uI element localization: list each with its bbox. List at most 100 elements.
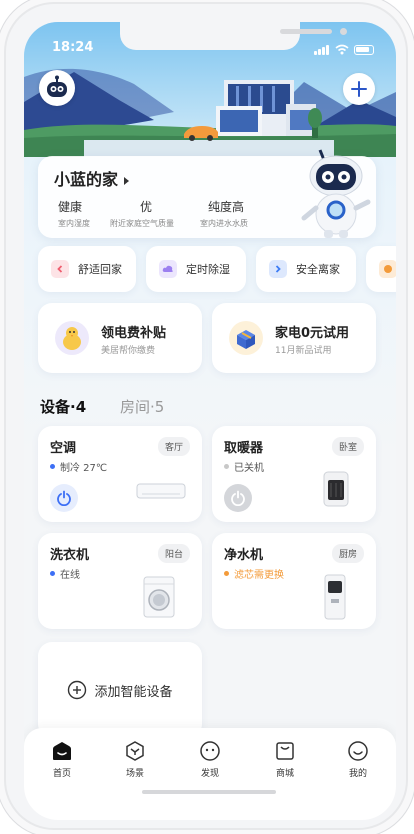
- device-name: 空调: [50, 441, 77, 456]
- front-camera: [340, 28, 347, 35]
- shop-icon: [276, 742, 294, 760]
- stat-label: 室内进水水质: [200, 219, 248, 228]
- power-button[interactable]: [224, 484, 252, 512]
- promo-electricity-subsidy[interactable]: 领电费补贴 美居帮你缴费: [38, 303, 202, 373]
- promo-title: 家电0元试用: [275, 326, 350, 341]
- stat-value: 纯度高: [208, 200, 245, 214]
- washing-machine-image: [143, 576, 175, 618]
- status-dot: [50, 571, 55, 576]
- add-circle-icon: [68, 680, 87, 700]
- signal-icon: [314, 40, 330, 59]
- app-screen: 18:24 小蓝的家 健康 室内湿度 优 附近家庭空气质量 纯度高 室内进水水质…: [24, 22, 396, 820]
- home-card[interactable]: 小蓝的家 健康 室内湿度 优 附近家庭空气质量 纯度高 室内进水水质: [38, 149, 376, 238]
- home-name: 小蓝的家: [54, 170, 119, 189]
- discover-icon: [200, 741, 220, 761]
- home-indicator: [142, 790, 276, 794]
- nav-label: 首页: [52, 769, 71, 779]
- power-icon: [231, 490, 245, 506]
- device-card-air-conditioner[interactable]: 空调 客厅 制冷 27℃: [38, 426, 202, 522]
- room-badge: 厨房: [331, 544, 364, 563]
- plus-icon: [351, 81, 367, 97]
- device-card-water-purifier[interactable]: 净水机 厨房 滤芯需更换: [212, 533, 376, 629]
- stat-water-quality: 纯度高 室内进水水质: [200, 198, 248, 229]
- room-badge: 卧室: [331, 437, 364, 456]
- promo-subtitle: 美居帮你缴费: [101, 346, 156, 356]
- power-side-button: [409, 176, 413, 238]
- phone-frame: 18:24 小蓝的家 健康 室内湿度 优 附近家庭空气质量 纯度高 室内进水水质…: [6, 4, 406, 828]
- robot-face-icon: [47, 75, 67, 97]
- nav-profile[interactable]: 我的: [328, 740, 388, 779]
- power-button[interactable]: [50, 484, 78, 512]
- nav-label: 发现: [200, 769, 219, 779]
- home-icon: [53, 742, 71, 760]
- device-status-text: 在线: [60, 570, 80, 581]
- device-status: 已关机: [224, 459, 264, 474]
- stat-label: 室内湿度: [58, 219, 90, 228]
- scene-safe-leave[interactable]: 安全离家: [256, 246, 356, 292]
- robot-mascot-illustration: [301, 149, 371, 238]
- nav-scenes[interactable]: 场景: [105, 740, 165, 779]
- device-status: 在线: [50, 566, 80, 581]
- tab-devices[interactable]: 设备·4: [40, 396, 86, 417]
- wifi-icon: [335, 44, 349, 55]
- scene-cube-icon: [126, 741, 144, 761]
- add-device-label: 添加智能设备: [94, 684, 173, 700]
- nav-label: 我的: [348, 769, 367, 779]
- chick-icon: [55, 321, 89, 355]
- scene-label: 安全离家: [296, 263, 340, 276]
- tab-rooms[interactable]: 房间·5: [120, 396, 164, 417]
- add-device-card[interactable]: 添加智能设备: [38, 642, 202, 738]
- device-name: 洗衣机: [50, 548, 90, 563]
- device-status-text: 制冷 27℃: [60, 463, 108, 474]
- scene-more[interactable]: [366, 246, 396, 292]
- room-badge: 客厅: [157, 437, 190, 456]
- device-card-washing-machine[interactable]: 洗衣机 阳台 在线: [38, 533, 202, 629]
- notch: [120, 22, 347, 50]
- air-conditioner-image: [136, 483, 186, 499]
- nav-label: 场景: [125, 769, 144, 779]
- speaker-grille: [280, 29, 332, 34]
- water-purifier-image: [324, 574, 346, 620]
- exit-icon: [269, 260, 287, 278]
- device-status-text: 已关机: [234, 463, 264, 474]
- status-time: 18:24: [52, 40, 94, 55]
- bottom-navigation: 首页 场景 发现 商城 我的: [24, 728, 396, 820]
- promo-subtitle: 11月新品试用: [275, 346, 332, 356]
- nav-shop[interactable]: 商城: [255, 740, 315, 779]
- scene-timed-dehumidify[interactable]: 定时除湿: [146, 246, 246, 292]
- battery-icon: [354, 44, 374, 55]
- scene-comfort-home[interactable]: 舒适回家: [38, 246, 136, 292]
- device-card-heater[interactable]: 取暖器 卧室 已关机: [212, 426, 376, 522]
- caret-right-icon: [124, 176, 130, 185]
- robot-avatar-button[interactable]: [39, 70, 75, 106]
- heater-image: [323, 471, 349, 507]
- power-icon: [57, 490, 71, 506]
- cloud-icon: [159, 260, 177, 278]
- device-name: 净水机: [224, 548, 264, 563]
- device-status-text: 滤芯需更换: [234, 570, 284, 581]
- gift-box-icon: [229, 321, 263, 355]
- device-status: 制冷 27℃: [50, 459, 107, 474]
- promo-free-trial[interactable]: 家电0元试用 11月新品试用: [212, 303, 376, 373]
- volume-button: [1, 168, 5, 226]
- nav-discover[interactable]: 发现: [180, 740, 240, 779]
- status-dot: [224, 571, 229, 576]
- stat-label: 附近家庭空气质量: [110, 219, 174, 228]
- stat-value: 优: [140, 200, 153, 214]
- nav-home[interactable]: 首页: [32, 740, 92, 779]
- stat-humidity: 健康 室内湿度: [58, 198, 90, 229]
- home-selector[interactable]: 小蓝的家: [54, 166, 130, 190]
- profile-icon: [348, 741, 368, 761]
- promo-title: 领电费补贴: [101, 326, 167, 341]
- device-name: 取暖器: [224, 441, 264, 456]
- scene-label: 定时除湿: [186, 263, 230, 276]
- status-dot: [50, 464, 55, 469]
- nav-label: 商城: [275, 769, 294, 779]
- scene-icon: [379, 260, 396, 278]
- status-icons: [314, 40, 374, 59]
- add-button[interactable]: [343, 73, 375, 105]
- scene-label: 舒适回家: [78, 263, 122, 276]
- scene-shortcuts: 舒适回家 定时除湿 安全离家: [38, 246, 396, 292]
- status-dot: [224, 464, 229, 469]
- home-scene-icon: [51, 260, 69, 278]
